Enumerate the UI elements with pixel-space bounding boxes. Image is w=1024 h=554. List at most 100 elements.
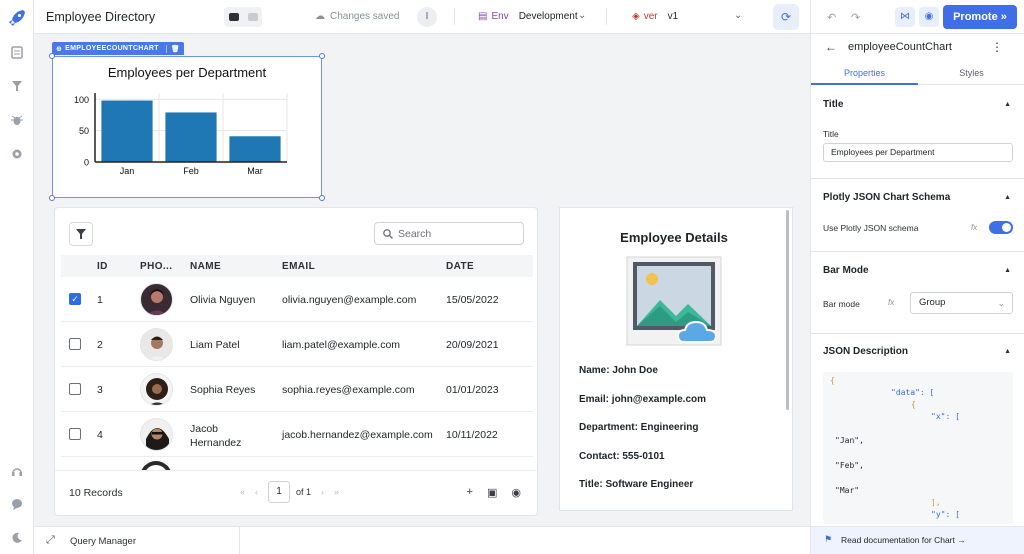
preview-eye-icon[interactable]: ◉ [919,7,939,27]
search-icon [383,228,393,239]
pages-icon[interactable] [9,44,25,60]
debugger-bug-icon[interactable] [9,112,25,128]
collapse-caret-icon[interactable]: ▲ [1004,101,1011,108]
resize-handle[interactable] [319,53,325,59]
detail-title: Title: Software Engineer [579,479,694,490]
json-editor[interactable]: { "data": [ { "x": [ "Jan", "Feb", "Mar"… [823,372,1013,524]
share-icon[interactable]: ⋈ [895,7,915,27]
expand-arrows-icon[interactable]: ⤢ [46,534,55,547]
section-header[interactable]: Title [823,99,843,110]
divider [606,9,607,25]
rocket-logo-icon [7,8,27,28]
resize-handle[interactable] [49,53,55,59]
page-number-input[interactable]: 1 [268,481,291,503]
version-selector[interactable]: ◈ ver v1 [632,11,678,22]
search-input[interactable]: Search [374,222,524,245]
table-row[interactable]: 2 Liam Patel liam.patel@example.com 20/0… [61,322,533,367]
chevron-down-icon[interactable]: ⌄ [578,10,586,21]
cell-date: 20/09/2021 [446,339,499,351]
last-page-icon[interactable]: » [334,487,339,497]
resize-handle[interactable] [49,195,55,201]
avatar [140,373,173,406]
prev-page-icon[interactable]: ‹ [255,487,258,497]
bar-mode-select[interactable]: Group ⌄ [910,292,1013,314]
more-options-icon[interactable]: ⋮ [991,40,1003,54]
page-total: of 1 [296,487,312,497]
dark-mode-moon-icon[interactable] [9,530,25,546]
column-header-date[interactable]: DATE [446,261,474,272]
app-info-button[interactable]: I [417,7,437,27]
support-headset-icon[interactable] [9,464,25,480]
tab-styles[interactable]: Styles [918,68,1024,78]
trash-icon[interactable]: 🗑 [165,44,180,53]
tab-properties[interactable]: Properties [811,68,918,78]
chevron-down-icon[interactable]: ⌄ [734,10,742,21]
component-header: ← employeeCountChart ⋮ [811,34,1024,62]
widget-tag[interactable]: ⊕ EMPLOYEECOUNTCHART 🗑 [52,42,185,55]
table-row[interactable]: 3 Sophia Reyes sophia.reyes@example.com … [61,367,533,412]
section-header[interactable]: Bar Mode [823,265,869,276]
title-section: Title ▲ Title Employees per Department [811,85,1024,179]
settings-gear-icon[interactable] [9,146,25,162]
collapse-caret-icon[interactable]: ▲ [1004,194,1011,201]
row-checkbox[interactable] [69,383,81,395]
cell-email: jacob.hernandez@example.com [282,429,433,441]
collapse-caret-icon[interactable]: ▲ [1004,348,1011,355]
query-manager-label[interactable]: Query Manager [70,536,136,547]
chart-widget[interactable]: Employees per Department 0 50 100 Jan Feb Mar [52,56,322,198]
cell-id: 2 [97,339,103,351]
component-name[interactable]: employeeCountChart [848,41,952,53]
column-visibility-eye-icon[interactable]: ◉ [511,486,521,499]
fx-icon[interactable]: fx [888,298,894,307]
undo-icon[interactable]: ↶ [827,11,836,24]
docs-link[interactable]: ⚑ Read documentation for Chart → [811,526,1024,554]
avatar [140,283,173,316]
environment-selector[interactable]: ▤ Env Development [478,11,578,22]
row-checkbox[interactable] [69,428,81,440]
add-row-icon[interactable]: + [467,486,473,499]
table-row[interactable]: ✓ 1 Olivia Nguyen olivia.nguyen@example.… [61,277,533,322]
filter-button[interactable] [69,222,93,246]
resize-handle[interactable] [319,195,325,201]
plotly-schema-toggle[interactable] [989,221,1013,234]
download-icon[interactable]: ▣ [487,486,497,499]
back-arrow-icon[interactable]: ← [825,40,837,54]
row-checkbox[interactable]: ✓ [69,293,81,305]
x-tick-label: Feb [183,166,199,176]
column-header-photo[interactable]: PHO... [140,261,172,272]
scrollbar[interactable] [786,210,789,410]
refresh-icon[interactable]: ⟳ [773,4,799,30]
x-tick-label: Jan [120,166,135,176]
promote-button[interactable]: Promote » [943,5,1017,29]
column-header-name[interactable]: NAME [190,261,221,272]
detail-department: Department: Engineering [579,422,699,433]
layout-toggle[interactable] [224,7,262,27]
target-icon: ⊕ [56,45,63,53]
employee-table: Search ID PHO... NAME EMAIL DATE ✓ 1 Oli… [54,207,539,516]
row-checkbox[interactable] [69,338,81,350]
next-page-icon[interactable]: › [321,487,324,497]
collapse-caret-icon[interactable]: ▲ [1004,267,1011,274]
queries-icon[interactable] [9,78,25,94]
field-label: Title [823,129,839,139]
field-label: Bar mode [823,299,860,309]
left-rail [0,0,34,554]
chart-title: Employees per Department [108,65,267,80]
env-icon: ▤ [478,11,488,22]
fx-icon[interactable]: fx [971,223,977,232]
column-header-email[interactable]: EMAIL [282,261,315,272]
redo-icon[interactable]: ↷ [851,11,860,24]
section-header[interactable]: Plotly JSON Chart Schema [823,192,950,203]
mobile-view-icon[interactable] [247,13,258,21]
first-page-icon[interactable]: « [240,487,245,497]
section-header[interactable]: JSON Description [823,346,908,357]
table-row[interactable]: 4 Jacob Hernandez jacob.hernandez@exampl… [61,412,533,457]
filter-icon [76,229,86,239]
app-title[interactable]: Employee Directory [46,10,155,24]
cell-id: 4 [97,429,103,441]
title-input[interactable]: Employees per Department [823,143,1013,162]
chat-bubble-icon[interactable] [9,496,25,512]
avatar [140,328,173,361]
desktop-view-icon[interactable] [228,13,239,21]
column-header-id[interactable]: ID [97,261,108,272]
